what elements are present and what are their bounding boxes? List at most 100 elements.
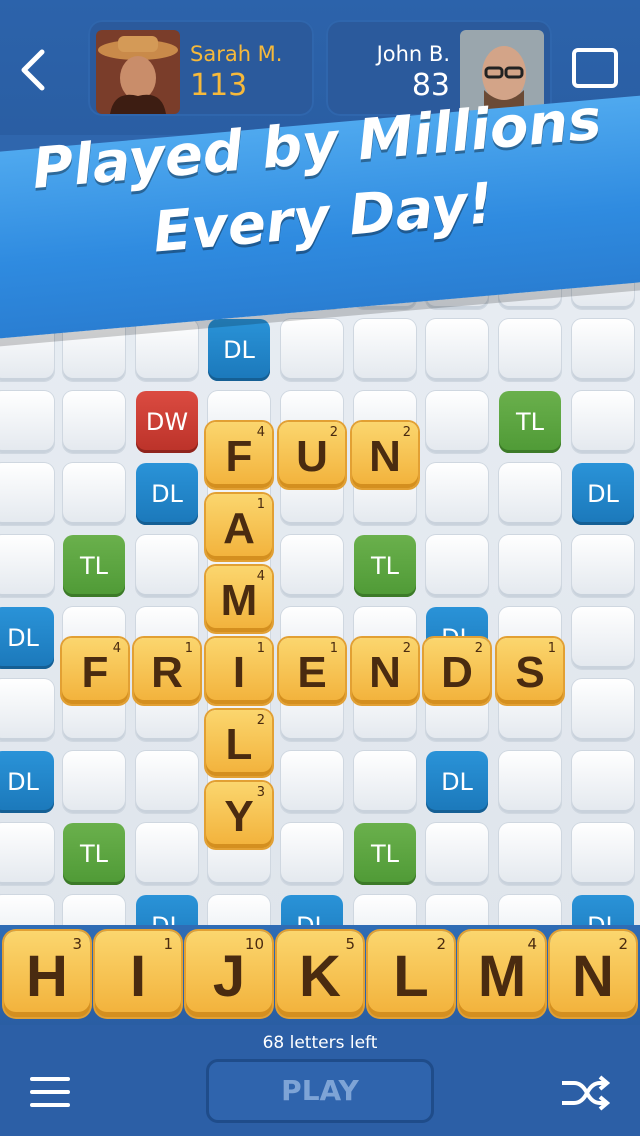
board-cell[interactable] — [499, 751, 561, 813]
rack-tile[interactable]: I1 — [95, 931, 181, 1017]
board-cell[interactable] — [572, 607, 634, 669]
board-cell[interactable] — [281, 319, 343, 381]
avatar — [96, 30, 180, 114]
board-tile: R1 — [134, 638, 200, 704]
board-cell-tl[interactable]: TL — [354, 535, 416, 597]
board-cell-tl[interactable]: TL — [499, 391, 561, 453]
tile-value: 2 — [402, 425, 411, 440]
rack-tile-value: 5 — [345, 935, 355, 953]
rack-tile-value: 2 — [618, 935, 628, 953]
shuffle-icon[interactable] — [560, 1075, 611, 1111]
tile-value: 1 — [547, 641, 556, 656]
rack-tile-letter: L — [393, 944, 429, 1009]
rack-tile-value: 4 — [527, 935, 537, 953]
letter-rack: H 3 I 1 J 10 K 5 L 2 M 4 N 2 — [0, 925, 640, 1025]
tile-value: 1 — [256, 641, 265, 656]
rack-tile[interactable]: H3 — [4, 931, 90, 1017]
board-cell-dl[interactable]: DL — [208, 319, 270, 381]
board-cell[interactable] — [354, 751, 416, 813]
board-cell[interactable] — [572, 319, 634, 381]
menu-icon[interactable] — [30, 1077, 70, 1109]
board-tile: A1 — [206, 494, 272, 560]
board-cell[interactable] — [499, 319, 561, 381]
board-tile: Y3 — [206, 782, 272, 848]
rack-tile-letter: I — [129, 944, 147, 1009]
tile-value: 1 — [256, 497, 265, 512]
board-cell[interactable] — [572, 823, 634, 885]
board-cell[interactable] — [63, 391, 125, 453]
board-cell[interactable] — [0, 679, 54, 741]
board-cell[interactable] — [0, 463, 54, 525]
board-cell[interactable] — [572, 679, 634, 741]
tile-value: 4 — [256, 425, 265, 440]
board-tile: F4 — [206, 422, 272, 488]
bonus-label: DL — [587, 480, 619, 508]
rack-tile[interactable]: N2 — [550, 931, 636, 1017]
rack-tile-value: 10 — [244, 935, 264, 953]
board-cell[interactable] — [426, 391, 488, 453]
board-cell[interactable] — [572, 751, 634, 813]
rack-tile-letter: N — [572, 944, 614, 1009]
board-cell[interactable] — [0, 823, 54, 885]
board-tile: U2 — [279, 422, 345, 488]
player1-name: Sarah M. — [190, 42, 283, 66]
bonus-label: TL — [79, 840, 109, 868]
rack-tile[interactable]: M4 — [459, 931, 545, 1017]
board-cell-tl[interactable]: TL — [63, 823, 125, 885]
board-cell[interactable] — [499, 823, 561, 885]
board-cell[interactable] — [0, 391, 54, 453]
board-cell-dl[interactable]: DL — [572, 463, 634, 525]
play-button[interactable]: PLAY — [206, 1059, 434, 1123]
board-cell[interactable] — [136, 319, 198, 381]
board-cell[interactable] — [426, 463, 488, 525]
bonus-label: TL — [370, 552, 400, 580]
bonus-label: DL — [151, 480, 183, 508]
board-cell[interactable] — [499, 463, 561, 525]
board-cell-dl[interactable]: DL — [426, 751, 488, 813]
tile-value: 3 — [256, 785, 265, 800]
tile-value: 2 — [474, 641, 483, 656]
bonus-label: TL — [79, 552, 109, 580]
board-cell-dl[interactable]: DL — [0, 607, 54, 669]
player-card-sarah[interactable]: Sarah M. 113 — [88, 20, 314, 116]
letters-left: 68 letters left — [262, 1033, 378, 1053]
board-cell[interactable] — [63, 751, 125, 813]
board-tile: N2 — [352, 638, 418, 704]
rack-tile[interactable]: L2 — [368, 931, 454, 1017]
board-tile: I1 — [206, 638, 272, 704]
rack-tile[interactable]: J 10 — [186, 931, 272, 1017]
board-cell[interactable] — [572, 535, 634, 597]
board-cell-dw[interactable]: DW — [136, 391, 198, 453]
rack-tile-value: 2 — [436, 935, 446, 953]
board-cell[interactable] — [572, 391, 634, 453]
board-cell[interactable] — [354, 319, 416, 381]
bonus-label: TL — [370, 840, 400, 868]
rack-tile[interactable]: K5 — [277, 931, 363, 1017]
board-cell-dl[interactable]: DL — [0, 751, 54, 813]
board-tile: M4 — [206, 566, 272, 632]
board-cell[interactable] — [281, 823, 343, 885]
tile-value: 4 — [112, 641, 121, 656]
board-cell-dl[interactable]: DL — [136, 463, 198, 525]
board-cell[interactable] — [63, 463, 125, 525]
board-cell[interactable] — [499, 535, 561, 597]
board-cell[interactable] — [281, 535, 343, 597]
board-cell[interactable] — [426, 823, 488, 885]
board-cell[interactable] — [426, 319, 488, 381]
rack-tile-letter: J — [212, 944, 246, 1009]
board-tile: E1 — [279, 638, 345, 704]
board-cell[interactable] — [136, 535, 198, 597]
board-cell-tl[interactable]: TL — [354, 823, 416, 885]
board-cell[interactable] — [0, 535, 54, 597]
bottom-bar: 68 letters left PLAY — [0, 1025, 640, 1136]
board-cell[interactable] — [136, 823, 198, 885]
board-cell[interactable] — [136, 751, 198, 813]
board-cell[interactable] — [426, 535, 488, 597]
board-cell[interactable] — [281, 751, 343, 813]
back-chevron-icon[interactable] — [14, 48, 54, 92]
bonus-label: DL — [223, 336, 255, 364]
board-tile: N2 — [352, 422, 418, 488]
board-cell-tl[interactable]: TL — [63, 535, 125, 597]
player1-score: 113 — [190, 68, 248, 103]
tile-value: 4 — [256, 569, 265, 584]
